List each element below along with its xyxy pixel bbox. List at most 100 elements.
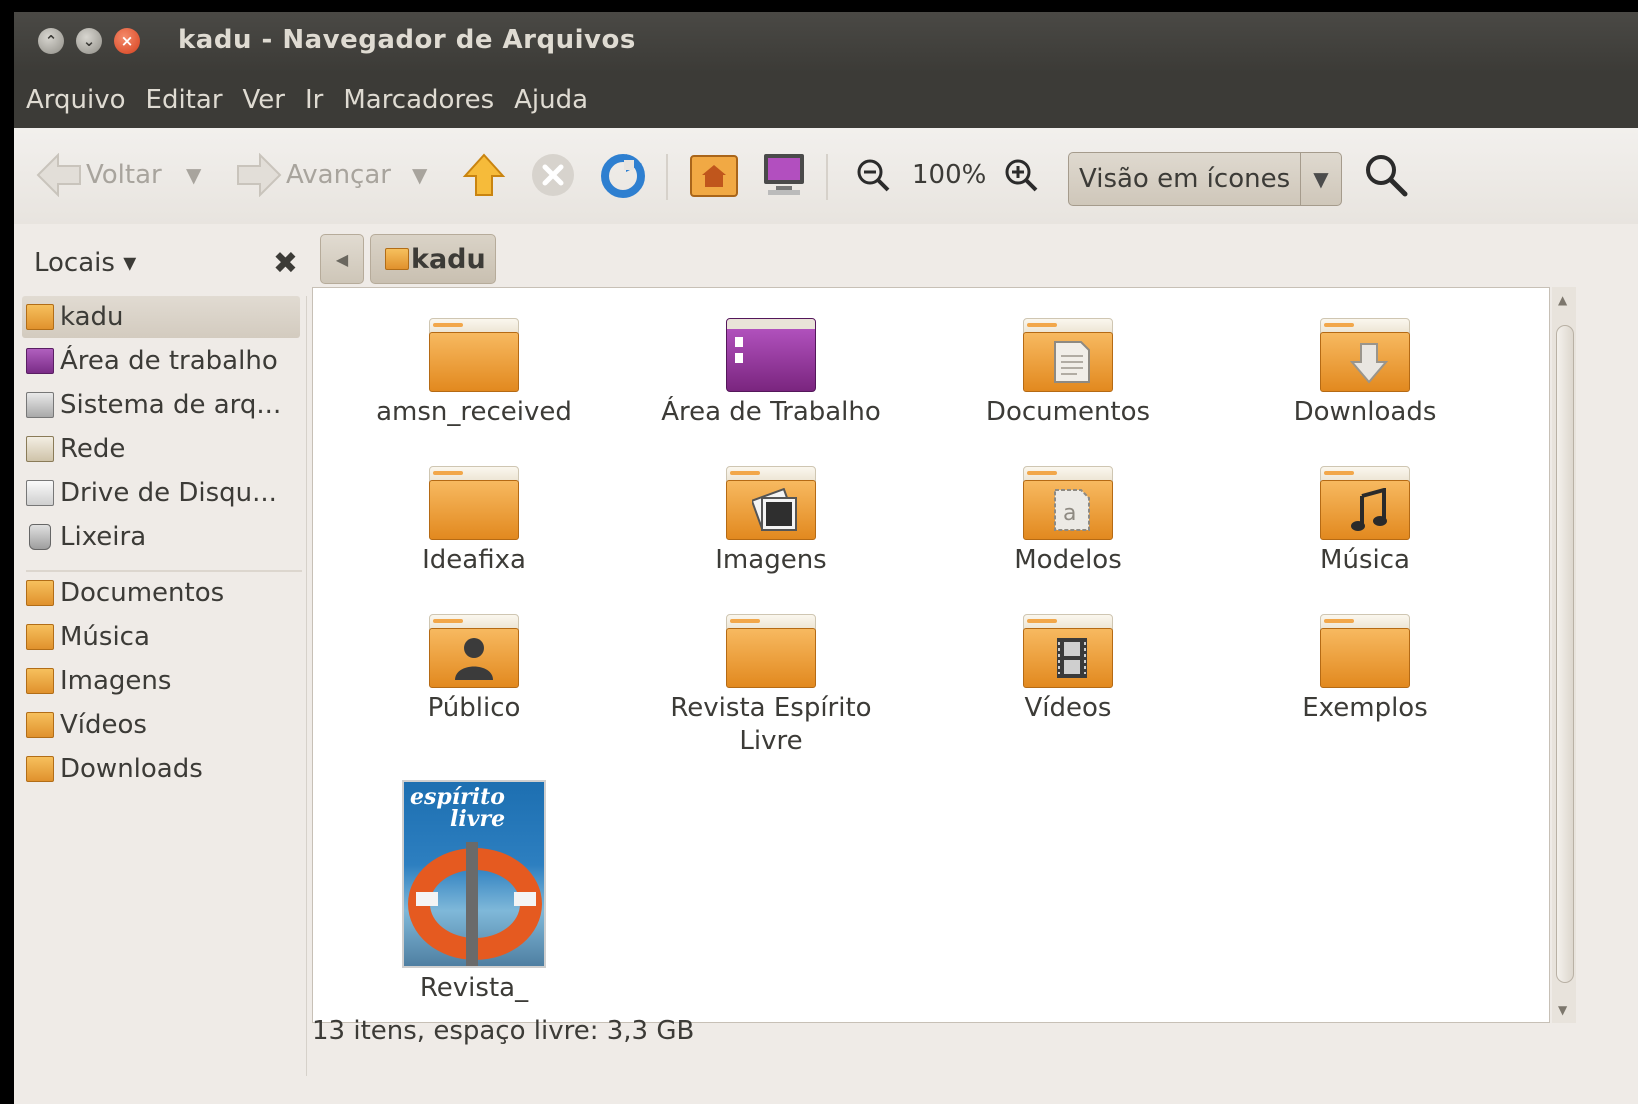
file-item-ideafixa[interactable]: Ideafixa <box>329 466 619 577</box>
home-button[interactable] <box>690 150 738 200</box>
sidebar-item-desktop[interactable]: Área de trabalho <box>22 340 300 382</box>
zoom-in-button[interactable] <box>1004 150 1038 200</box>
file-label: Modelos <box>1014 545 1122 575</box>
forward-history-dropdown[interactable]: ▼ <box>412 150 427 200</box>
reload-button[interactable] <box>600 150 646 200</box>
search-icon <box>1366 155 1408 197</box>
downloads-folder-icon <box>1320 318 1410 392</box>
sidebar-item-downloads[interactable]: Downloads <box>22 748 300 790</box>
file-item-publico[interactable]: Público <box>329 614 619 725</box>
sidebar-item-label: Rede <box>60 434 126 464</box>
back-button[interactable]: Voltar <box>36 150 162 200</box>
path-scroll-left-button[interactable]: ◀ <box>320 234 364 284</box>
file-item-videos[interactable]: Vídeos <box>923 614 1213 725</box>
file-item-amsn-received[interactable]: amsn_received <box>329 318 619 429</box>
music-note-icon <box>1351 488 1387 531</box>
maximize-button[interactable]: ⌄ <box>76 28 102 54</box>
download-arrow-icon <box>1350 343 1388 384</box>
sidebar-item-music[interactable]: Música <box>22 616 300 658</box>
triangle-left-icon: ◀ <box>335 249 349 269</box>
menu-ver[interactable]: Ver <box>233 85 295 115</box>
pole-image <box>466 842 478 966</box>
sidebar-item-filesystem[interactable]: Sistema de arq... <box>22 384 300 426</box>
downloads-folder-icon <box>26 756 54 782</box>
toolbar-separator <box>666 154 668 200</box>
sidebar-item-documents[interactable]: Documentos <box>22 572 300 614</box>
file-label: Ideafixa <box>422 545 526 575</box>
file-item-area-de-trabalho[interactable]: Área de Trabalho <box>626 318 916 429</box>
file-label: Documentos <box>985 397 1151 427</box>
sidebar-item-floppy[interactable]: Drive de Disqu... <box>22 472 300 514</box>
stop-button[interactable] <box>530 150 576 200</box>
file-manager-window: ⌃ ⌄ × kadu - Navegador de Arquivos Arqui… <box>0 0 1638 1104</box>
sidebar-item-pictures[interactable]: Imagens <box>22 660 300 702</box>
file-label: Revista Espírito Livre <box>670 693 872 756</box>
sidebar-item-label: Área de trabalho <box>60 346 278 376</box>
desktop-folder-icon <box>726 318 816 392</box>
pdf-thumbnail: espírito livre <box>402 780 546 968</box>
back-history-dropdown[interactable]: ▼ <box>186 150 201 200</box>
scroll-down-icon[interactable]: ▼ <box>1558 1003 1567 1017</box>
sidebar-item-kadu[interactable]: kadu <box>22 296 300 338</box>
document-emblem-icon <box>1054 341 1090 383</box>
search-button[interactable] <box>1364 150 1408 200</box>
zoom-level: 100% <box>912 160 987 190</box>
network-icon <box>26 436 54 462</box>
music-folder-icon <box>26 624 54 650</box>
zoom-out-button[interactable] <box>856 150 890 200</box>
film-emblem-icon <box>1057 638 1087 678</box>
close-button[interactable]: × <box>114 28 140 54</box>
arrow-up-icon <box>462 153 506 196</box>
sidebar-item-label: Sistema de arq... <box>60 390 282 420</box>
scroll-up-icon[interactable]: ▲ <box>1558 293 1567 307</box>
forward-button[interactable]: Avançar <box>236 150 391 200</box>
menu-arquivo[interactable]: Arquivo <box>14 85 136 115</box>
sidebar-type-selector[interactable]: Locais ▾ <box>34 248 273 278</box>
sidebar-item-videos[interactable]: Vídeos <box>22 704 300 746</box>
close-sidebar-icon[interactable]: ✖ <box>273 246 298 281</box>
person-emblem-icon <box>455 638 493 680</box>
home-folder-icon <box>385 248 409 270</box>
path-button-kadu[interactable]: kadu <box>370 234 496 284</box>
sidebar-item-network[interactable]: Rede <box>22 428 300 470</box>
file-item-imagens[interactable]: Imagens <box>626 466 916 577</box>
forward-label: Avançar <box>286 160 391 190</box>
sidebar-header: Locais ▾ ✖ <box>34 240 304 286</box>
menu-marcadores[interactable]: Marcadores <box>333 85 504 115</box>
sidebar-item-label: Documentos <box>60 578 225 608</box>
folder-icon <box>429 466 519 540</box>
file-label: Exemplos <box>1302 693 1428 723</box>
scrollbar-thumb[interactable] <box>1556 325 1574 983</box>
menu-editar[interactable]: Editar <box>136 85 233 115</box>
computer-button[interactable] <box>760 150 808 200</box>
file-item-modelos[interactable]: a Modelos <box>923 466 1213 577</box>
icon-view[interactable]: amsn_received Área de Trabalho Documento… <box>312 287 1550 1023</box>
cover-title: espírito <box>410 784 505 810</box>
file-item-musica[interactable]: Música <box>1220 466 1510 577</box>
vertical-scrollbar[interactable]: ▲ ▼ <box>1552 287 1576 1023</box>
music-folder-icon <box>1320 466 1410 540</box>
sidebar-item-trash[interactable]: Lixeira <box>22 516 300 558</box>
documents-folder-icon <box>1023 318 1113 392</box>
menu-ajuda[interactable]: Ajuda <box>504 85 598 115</box>
trash-icon <box>29 524 51 550</box>
file-item-exemplos[interactable]: Exemplos <box>1220 614 1510 725</box>
caret-down-icon: ▼ <box>1300 153 1341 205</box>
documents-folder-icon <box>26 580 54 606</box>
file-item-downloads[interactable]: Downloads <box>1220 318 1510 429</box>
up-button[interactable] <box>462 150 506 200</box>
arrow-right-icon <box>237 153 282 197</box>
toolbar: Voltar ▼ Avançar ▼ 100% <box>14 128 1638 224</box>
view-mode-select[interactable]: Visão em ícones ▼ <box>1068 152 1342 206</box>
folder-icon <box>429 318 519 392</box>
videos-folder-icon <box>1023 614 1113 688</box>
file-item-revista-pdf[interactable]: espírito livre Revista_ <box>329 780 619 1005</box>
title-bar[interactable]: ⌃ ⌄ × kadu - Navegador de Arquivos <box>14 12 1638 72</box>
minimize-button[interactable]: ⌃ <box>38 28 64 54</box>
folder-icon <box>1320 614 1410 688</box>
file-item-documentos[interactable]: Documentos <box>923 318 1213 429</box>
status-bar: 13 itens, espaço livre: 3,3 GB <box>312 1016 695 1046</box>
menu-ir[interactable]: Ir <box>295 85 333 115</box>
file-item-revista-espirito-livre[interactable]: Revista Espírito Livre <box>626 614 916 758</box>
public-folder-icon <box>429 614 519 688</box>
